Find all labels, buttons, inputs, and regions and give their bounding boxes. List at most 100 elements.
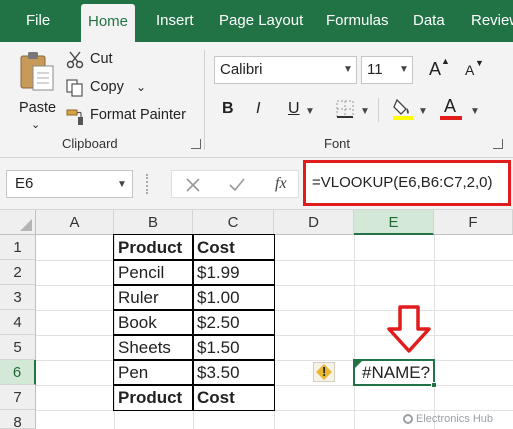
cell-c3[interactable]: $1.00 [192, 284, 275, 311]
row-header-8[interactable]: 8 [0, 410, 36, 429]
cancel-icon[interactable] [185, 177, 201, 193]
cell-c5[interactable]: $1.50 [192, 334, 275, 361]
formula-input[interactable]: =VLOOKUP(E6,B6:C7,2,0) [303, 160, 511, 206]
tab-file[interactable]: File [26, 0, 50, 42]
font-size-chevron-down-icon[interactable]: ▼ [399, 64, 409, 75]
tab-formulas[interactable]: Formulas [326, 0, 389, 42]
cell-c2[interactable]: $1.99 [192, 259, 275, 286]
column-header-b[interactable]: B [114, 210, 193, 235]
cell-c4[interactable]: $2.50 [192, 309, 275, 336]
cell-b3[interactable]: Ruler [113, 284, 194, 311]
name-box-chevron-down-icon[interactable]: ▼ [117, 179, 127, 190]
gridline [434, 235, 435, 429]
font-separator [378, 98, 379, 122]
cell-c1[interactable]: Cost [192, 234, 275, 261]
font-group-label: Font [324, 136, 351, 151]
formula-commands: fx [171, 170, 299, 198]
error-indicator-icon [355, 361, 362, 368]
borders-chevron-down-icon[interactable]: ▼ [360, 106, 370, 117]
column-header-a[interactable]: A [36, 210, 114, 235]
enter-icon[interactable] [228, 177, 246, 193]
shrink-font-button[interactable]: A ▼ [459, 56, 489, 84]
row-header-6[interactable]: 6 [0, 360, 36, 385]
column-header-d[interactable]: D [274, 210, 354, 235]
gridline [354, 235, 355, 429]
font-family-chevron-down-icon[interactable]: ▼ [343, 64, 353, 75]
excel-window: { "tabs": ["File","Home","Insert","Page … [0, 0, 513, 429]
warning-glyph: ! [322, 364, 327, 379]
format-painter-label: Format Painter [90, 107, 186, 123]
watermark-logo-icon [403, 414, 413, 425]
row-header-2[interactable]: 2 [0, 260, 36, 285]
copy-dropdown-chevron-icon[interactable]: ⌄ [136, 80, 146, 94]
copy-label: Copy [90, 79, 124, 95]
tab-page-layout[interactable]: Page Layout [219, 0, 303, 42]
cell-b4[interactable]: Book [113, 309, 194, 336]
font-family-select[interactable]: Calibri [214, 56, 357, 84]
error-warning-button[interactable]: ! [313, 362, 335, 382]
borders-icon[interactable] [336, 100, 354, 118]
cell-b6[interactable]: Pen [113, 359, 194, 386]
cell-b1[interactable]: Product [113, 234, 194, 261]
font-color-icon: A [444, 96, 457, 116]
cut-icon [66, 51, 84, 69]
ribbon: Paste ⌄ Cut Copy ⌄ Format Painter Clipbo… [0, 42, 513, 158]
select-all-icon [20, 219, 32, 231]
name-box[interactable]: E6 [6, 170, 133, 198]
fill-color-icon[interactable] [392, 96, 414, 120]
font-dialog-launcher-icon[interactable] [493, 139, 503, 149]
fill-handle[interactable] [431, 382, 437, 388]
format-painter-button[interactable]: Format Painter [66, 106, 196, 128]
paste-dropdown-chevron-icon[interactable]: ⌄ [31, 118, 40, 131]
underline-button[interactable]: U [288, 100, 300, 118]
watermark: Electronics Hub [403, 413, 493, 427]
insert-function-icon[interactable]: fx [275, 175, 287, 193]
cell-b5[interactable]: Sheets [113, 334, 194, 361]
copy-icon [66, 79, 83, 97]
tab-data[interactable]: Data [413, 0, 445, 42]
italic-button[interactable]: I [256, 100, 260, 118]
row-header-3[interactable]: 3 [0, 285, 36, 310]
row-header-7[interactable]: 7 [0, 385, 36, 410]
clipboard-group-label: Clipboard [62, 136, 118, 151]
font-color-chevron-down-icon[interactable]: ▼ [470, 106, 480, 117]
cell-e6-value: #NAME? [362, 363, 431, 382]
cut-button[interactable]: Cut [66, 50, 126, 72]
cell-b7[interactable]: Product [113, 384, 194, 411]
column-header-f[interactable]: F [434, 210, 513, 235]
red-arrow [387, 305, 431, 353]
copy-button[interactable]: Copy ⌄ [66, 78, 156, 100]
select-all-button[interactable] [0, 210, 36, 235]
tab-home[interactable]: Home [81, 4, 136, 42]
grow-font-button[interactable]: A ▲ [423, 56, 453, 84]
shrink-caret-icon: ▼ [475, 58, 484, 68]
tab-insert[interactable]: Insert [156, 0, 194, 42]
active-cell-e6[interactable]: #NAME? [353, 359, 437, 388]
grow-caret-icon: ▲ [441, 56, 450, 66]
paste-label: Paste [19, 100, 57, 116]
shrink-font-icon: A [465, 62, 475, 78]
row-header-5[interactable]: 5 [0, 335, 36, 360]
column-header-c[interactable]: C [193, 210, 274, 235]
format-painter-icon [66, 109, 83, 125]
bold-button[interactable]: B [222, 100, 234, 118]
row-header-4[interactable]: 4 [0, 310, 36, 335]
clipboard-dialog-launcher-icon[interactable] [191, 139, 201, 149]
cell-c7[interactable]: Cost [192, 384, 275, 411]
tab-review[interactable]: Review [471, 0, 513, 42]
paste-icon [20, 52, 54, 91]
cell-c6[interactable]: $3.50 [192, 359, 275, 386]
watermark-text: Electronics Hub [416, 413, 494, 426]
cut-label: Cut [90, 51, 113, 67]
worksheet-grid: A B C D E F 1 2 3 4 5 6 7 8 Product Cost… [0, 210, 513, 429]
formula-bar-grip [146, 174, 148, 194]
group-separator [204, 50, 205, 150]
underline-chevron-down-icon[interactable]: ▼ [305, 106, 315, 117]
column-header-e[interactable]: E [354, 210, 434, 235]
cell-b2[interactable]: Pencil [113, 259, 194, 286]
ribbon-tabs: File Home Insert Page Layout Formulas Da… [0, 0, 513, 42]
paste-button[interactable]: Paste ⌄ [14, 48, 60, 131]
fill-color-chevron-down-icon[interactable]: ▼ [418, 106, 428, 117]
row-header-1[interactable]: 1 [0, 235, 36, 260]
font-color-button[interactable]: A [440, 96, 462, 120]
